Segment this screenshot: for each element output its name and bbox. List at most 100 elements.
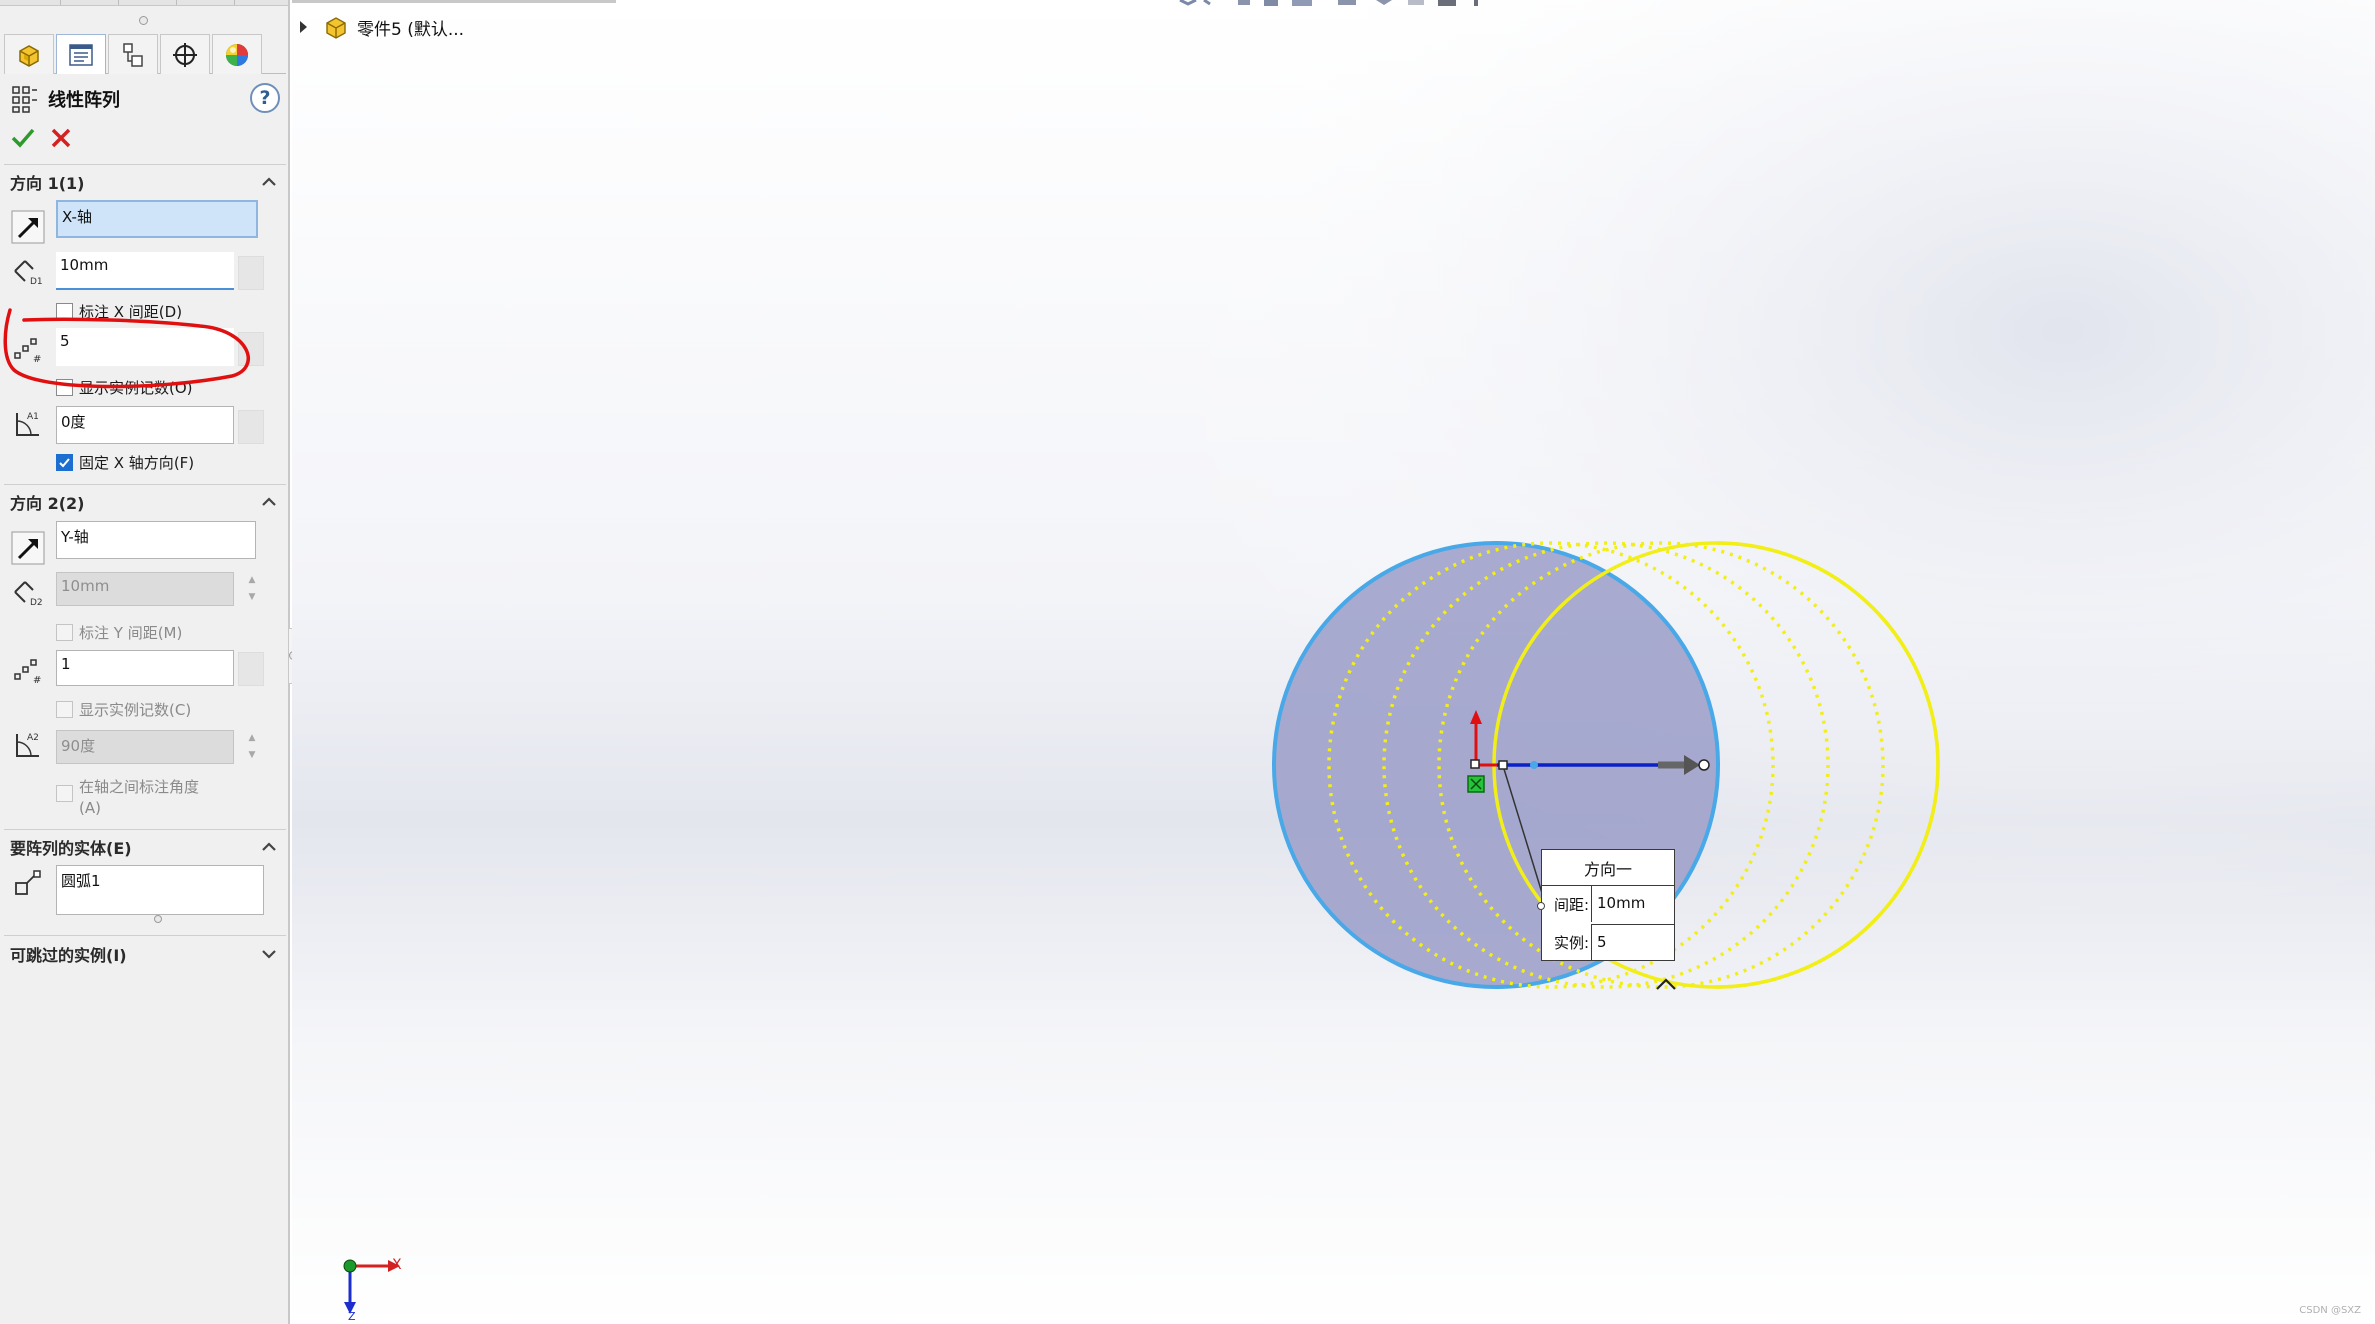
part-icon	[326, 17, 346, 39]
property-manager: 线性阵列 ? 方向 1(1) X-轴 D1 10mm 标注 X 间距(D) # …	[0, 0, 290, 1324]
direction2-header[interactable]: 方向 2(2)	[10, 488, 282, 516]
tab-configuration-manager[interactable]	[108, 34, 158, 74]
close-icon	[51, 128, 71, 148]
callout-instances-row: 实例: 5	[1542, 924, 1676, 960]
callout-spacing-label: 间距:	[1553, 895, 1589, 914]
direction-callout: 方向一 间距: 10mm 实例: 5	[1537, 849, 1676, 961]
direction2-header-label: 方向 2(2)	[10, 494, 85, 513]
view-orientation-icon[interactable]	[1292, 0, 1312, 6]
scene-icon[interactable]	[1438, 0, 1456, 6]
entities-selection-box[interactable]: 圆弧1	[56, 865, 264, 915]
checkbox-label: 显示实例记数(C)	[79, 700, 192, 719]
chevron-up-icon	[262, 177, 276, 186]
direction1-angle-input[interactable]: 0度	[56, 406, 234, 444]
red-annotation-circle	[3, 308, 250, 389]
direction1-angle-spinner[interactable]	[238, 410, 264, 444]
tab-display-manager[interactable]	[212, 34, 262, 74]
callout-spacing-input[interactable]: 10mm	[1591, 886, 1675, 922]
entities-header[interactable]: 要阵列的实体(E)	[10, 833, 282, 861]
reverse-direction-button[interactable]	[10, 209, 46, 245]
graphics-area[interactable]: X Z 方向一 间距: 10mm 实例: 5 CSDN @SXZ	[292, 0, 2375, 1324]
svg-text:A2: A2	[27, 733, 39, 743]
direction2-instances-spinner[interactable]	[238, 652, 264, 686]
callout-anchor-dot	[1537, 902, 1545, 910]
direction2-angle-spinner[interactable]: ▲ ▼	[242, 730, 262, 764]
section-divider	[4, 484, 286, 485]
direction2-axis-field[interactable]: Y-轴	[56, 521, 256, 559]
direction1-spacing-spinner[interactable]	[238, 256, 264, 290]
direction1-fix-axis-checkbox[interactable]: 固定 X 轴方向(F)	[56, 451, 194, 473]
angle-icon: A2	[10, 727, 46, 763]
direction2-dimension-spacing-checkbox[interactable]: 标注 Y 间距(M)	[56, 621, 182, 643]
edit-appearance-icon[interactable]	[1408, 0, 1424, 5]
checkbox-label: 在轴之间标注角度	[79, 778, 200, 796]
section-divider	[4, 935, 286, 936]
direction2-spacing-input[interactable]: 10mm	[56, 572, 234, 606]
checkbox-label-block: 在轴之间标注角度 (A)	[79, 777, 199, 819]
direction1-axis-field[interactable]: X-轴	[56, 200, 258, 238]
reverse-direction-icon	[11, 210, 45, 244]
ok-button[interactable]	[8, 123, 38, 153]
entities-icon	[10, 866, 46, 902]
checkmark-icon	[59, 457, 70, 467]
display-style-icon[interactable]	[1338, 0, 1356, 5]
callout-instances-label: 实例:	[1553, 933, 1589, 952]
question-mark-icon: ?	[259, 87, 271, 109]
part-icon	[19, 44, 39, 67]
distance-dimension-icon: D2	[14, 581, 43, 608]
chevron-up-icon	[262, 842, 276, 851]
expand-arrow-icon[interactable]	[300, 21, 307, 33]
section-divider	[4, 164, 286, 165]
tab-dimxpert-manager[interactable]	[160, 34, 210, 74]
instances-icon: #	[10, 651, 46, 687]
direction2-spacing-spinner[interactable]: ▲ ▼	[242, 572, 262, 606]
direction2-instances-input[interactable]: 1	[56, 650, 234, 686]
angle-dimension-icon: A1	[16, 412, 39, 436]
feature-tree-flyout[interactable]: 零件5 (默认...	[300, 12, 464, 42]
property-list-icon	[69, 43, 93, 66]
skip-instances-header-label: 可跳过的实例(I)	[10, 946, 127, 965]
panel-grip[interactable]	[139, 16, 148, 25]
previous-view-icon[interactable]	[1238, 0, 1250, 5]
crosshair-icon	[173, 42, 197, 67]
reverse-direction-icon	[11, 531, 45, 565]
tab-feature-tree[interactable]	[4, 34, 54, 74]
view-settings-icon[interactable]	[1474, 0, 1478, 6]
direction2-show-count-checkbox[interactable]: 显示实例记数(C)	[56, 698, 191, 720]
section-view-icon[interactable]	[1264, 0, 1278, 6]
tab-property-manager[interactable]	[56, 34, 106, 74]
appearance-sphere-icon	[226, 43, 248, 66]
reverse-direction-button[interactable]	[10, 530, 46, 566]
triad-z-label: Z	[348, 1310, 356, 1323]
checkmark-icon	[11, 128, 35, 148]
checkbox-label: 固定 X 轴方向(F)	[79, 453, 195, 472]
part-name[interactable]: 零件5 (默认...	[357, 15, 464, 40]
direction2-angle-input[interactable]: 90度	[56, 730, 234, 764]
sketch-entities-icon	[15, 870, 41, 895]
checkbox-label-suffix: (A)	[79, 799, 101, 817]
spacing-icon: D2	[10, 574, 46, 610]
callout-instances-input[interactable]: 5	[1591, 924, 1675, 960]
help-button[interactable]: ?	[250, 83, 280, 113]
viewport-canvas[interactable]	[292, 0, 2375, 1324]
checkbox-box[interactable]	[56, 700, 73, 718]
checkbox-box[interactable]	[56, 785, 73, 802]
checkbox-box-checked[interactable]	[56, 453, 73, 471]
direction1-spacing-input[interactable]: 10mm	[56, 252, 234, 290]
distance-dimension-icon: D1	[14, 260, 43, 287]
list-resize-grip[interactable]	[154, 915, 162, 923]
chevron-down-icon	[262, 950, 276, 959]
watermark: CSDN @SXZ	[2299, 1305, 2361, 1316]
arrow-end-handle[interactable]	[1698, 759, 1710, 771]
direction1-header[interactable]: 方向 1(1)	[10, 168, 282, 196]
checkbox-box[interactable]	[56, 623, 73, 641]
linear-pattern-icon	[12, 86, 37, 113]
checkbox-label: 标注 Y 间距(M)	[79, 623, 183, 642]
angle-icon: A1	[10, 406, 46, 442]
cancel-button[interactable]	[46, 123, 76, 153]
entities-header-label: 要阵列的实体(E)	[10, 839, 132, 858]
direction2-angle-between-axes-checkbox[interactable]: 在轴之间标注角度 (A)	[56, 777, 199, 821]
skip-instances-header[interactable]: 可跳过的实例(I)	[10, 940, 282, 968]
svg-text:D1: D1	[30, 277, 43, 287]
pm-title-row: 线性阵列 ?	[10, 82, 280, 116]
